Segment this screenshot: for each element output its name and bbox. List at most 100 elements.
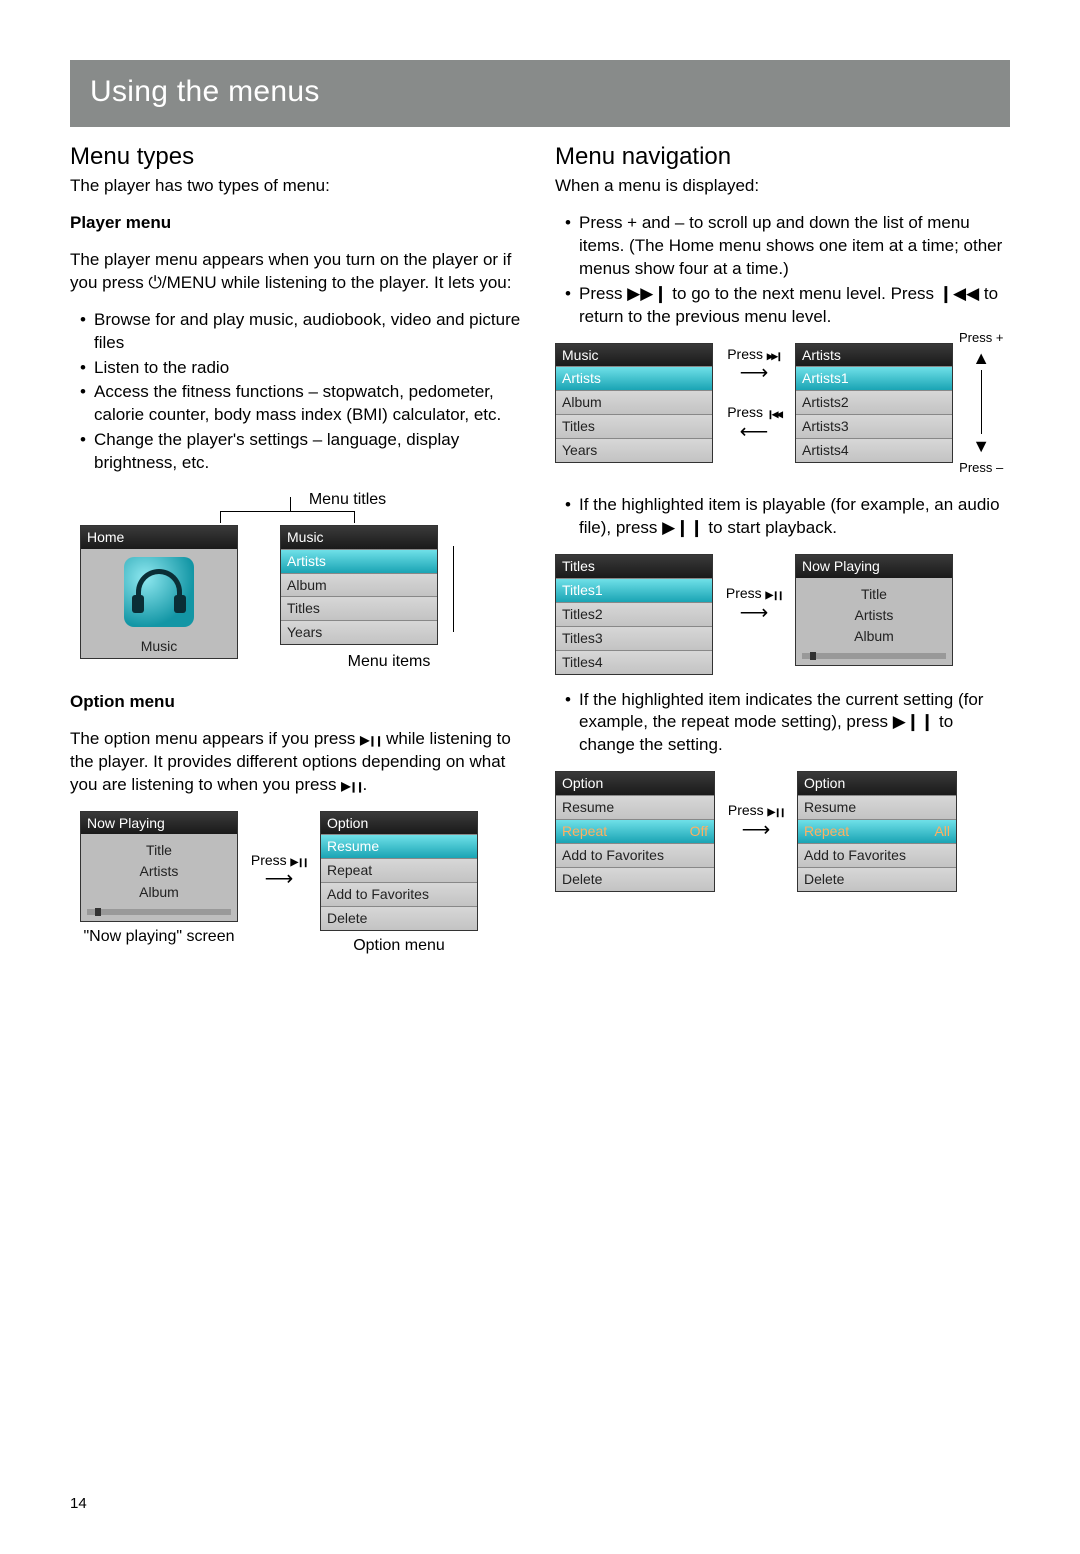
headphone-icon <box>124 557 194 627</box>
menu-row: Album <box>281 573 437 597</box>
page-number: 14 <box>70 1494 87 1514</box>
list-item: Change the player's settings – language,… <box>80 429 525 475</box>
menu-row: Artists1 <box>796 366 952 390</box>
menu-row: Artists4 <box>796 438 952 462</box>
nav-bullets-3: If the highlighted item indicates the cu… <box>555 689 1010 758</box>
np-line: Title <box>81 840 237 861</box>
menu-items-annot: Menu items <box>348 651 431 673</box>
screen-title: Titles <box>556 555 712 578</box>
progress-bar <box>802 653 946 659</box>
list-item: If the highlighted item indicates the cu… <box>565 689 1010 758</box>
menu-types-heading: Menu types <box>70 141 525 173</box>
menu-row: Titles4 <box>556 650 712 674</box>
menu-row: Resume <box>556 795 714 819</box>
menu-row: Add to Favorites <box>798 843 956 867</box>
menu-row: Artists <box>556 366 712 390</box>
screen-title: Artists <box>796 344 952 367</box>
content-columns: Menu types The player has two types of m… <box>70 141 1010 957</box>
option-menu-text: The option menu appears if you press whi… <box>70 728 525 797</box>
nav-arrows: Press ⟶ Press ⟵ <box>719 345 789 443</box>
player-menu-list: Browse for and play music, audiobook, vi… <box>70 309 525 476</box>
menu-row: Titles1 <box>556 578 712 602</box>
menu-row: Titles <box>556 414 712 438</box>
menu-types-intro: The player has two types of menu: <box>70 175 525 198</box>
artists-screen-mock: Artists Artists1 Artists2 Artists3 Artis… <box>795 343 953 463</box>
menu-row: Resume <box>321 834 477 858</box>
list-item: Press + and – to scroll up and down the … <box>565 212 1010 281</box>
menu-row: Artists3 <box>796 414 952 438</box>
option-title: Option <box>321 812 477 835</box>
home-title: Home <box>81 526 237 549</box>
home-caption: Music <box>81 631 237 658</box>
menu-titles-annot: Menu titles <box>170 489 525 511</box>
menu-row: Album <box>556 390 712 414</box>
np-line: Album <box>81 882 237 903</box>
list-item: If the highlighted item is playable (for… <box>565 494 1010 540</box>
option-before-mock: Option Resume RepeatOff Add to Favorites… <box>555 771 715 891</box>
menu-row: Delete <box>798 867 956 891</box>
menu-row: Delete <box>556 867 714 891</box>
np-line: Album <box>796 626 952 647</box>
page-banner: Using the menus <box>70 60 1010 127</box>
nav-bullets-1: Press + and – to scroll up and down the … <box>555 212 1010 329</box>
press-arrow: Press ⟶ <box>719 584 789 623</box>
np-line: Artists <box>81 861 237 882</box>
now-playing-title: Now Playing <box>81 812 237 835</box>
play-pause-icon <box>766 585 783 601</box>
titles-screen-mock: Titles Titles1 Titles2 Titles3 Titles4 <box>555 554 713 674</box>
option-menu-mock: Option Resume Repeat Add to Favorites De… <box>320 811 478 931</box>
screen-title: Music <box>556 344 712 367</box>
music-title: Music <box>281 526 437 549</box>
home-screen-mock: Home Music <box>80 525 238 659</box>
option-after-mock: Option Resume RepeatAll Add to Favorites… <box>797 771 957 891</box>
menu-row: Resume <box>798 795 956 819</box>
press-plus-label: Press + <box>959 329 1003 347</box>
press-minus-label: Press – <box>959 459 1003 477</box>
list-item: Listen to the radio <box>80 357 525 380</box>
play-pause-icon <box>360 729 381 748</box>
play-pause-icon <box>291 852 308 868</box>
menu-row: Years <box>281 620 437 644</box>
player-menu-text: The player menu appears when you turn on… <box>70 249 525 295</box>
now-playing-mock: Now Playing Title Artists Album <box>795 554 953 666</box>
press-arrow: Press ⟶ <box>721 801 791 840</box>
np-line: Title <box>796 584 952 605</box>
music-screen-mock: Music Artists Album Titles Years <box>280 525 438 645</box>
music-screen-mock: Music Artists Album Titles Years <box>555 343 713 463</box>
left-column: Menu types The player has two types of m… <box>70 141 525 957</box>
player-menu-heading: Player menu <box>70 212 525 235</box>
menu-row: Delete <box>321 906 477 930</box>
menu-row: Artists2 <box>796 390 952 414</box>
forward-skip-icon <box>767 346 781 362</box>
menu-nav-intro: When a menu is displayed: <box>555 175 1010 198</box>
screen-title: Now Playing <box>796 555 952 578</box>
press-arrow: Press ⟶ <box>244 851 314 890</box>
play-pause-icon <box>768 802 785 818</box>
np-line: Artists <box>796 605 952 626</box>
back-skip-icon <box>767 404 781 420</box>
list-item: Browse for and play music, audiobook, vi… <box>80 309 525 355</box>
nav-bullets-2: If the highlighted item is playable (for… <box>555 494 1010 540</box>
menu-row: Titles <box>281 596 437 620</box>
menu-row: RepeatAll <box>798 819 956 843</box>
menu-row: Titles2 <box>556 602 712 626</box>
menu-row: Titles3 <box>556 626 712 650</box>
screen-title: Option <box>556 772 714 795</box>
list-item: Access the fitness functions – stopwatch… <box>80 381 525 427</box>
list-item: Press ▶▶❙ to go to the next menu level. … <box>565 283 1010 329</box>
menu-row: Add to Favorites <box>556 843 714 867</box>
menu-row: Repeat <box>321 858 477 882</box>
now-playing-mock: Now Playing Title Artists Album <box>80 811 238 923</box>
option-caption: Option menu <box>353 935 445 957</box>
np-caption: "Now playing" screen <box>84 926 235 948</box>
progress-bar <box>87 909 231 915</box>
menu-nav-heading: Menu navigation <box>555 141 1010 173</box>
option-menu-heading: Option menu <box>70 691 525 714</box>
play-pause-icon <box>341 775 362 794</box>
screen-title: Option <box>798 772 956 795</box>
menu-row: Years <box>556 438 712 462</box>
menu-row: Add to Favorites <box>321 882 477 906</box>
right-column: Menu navigation When a menu is displayed… <box>555 141 1010 957</box>
menu-row: RepeatOff <box>556 819 714 843</box>
menu-row: Artists <box>281 549 437 573</box>
